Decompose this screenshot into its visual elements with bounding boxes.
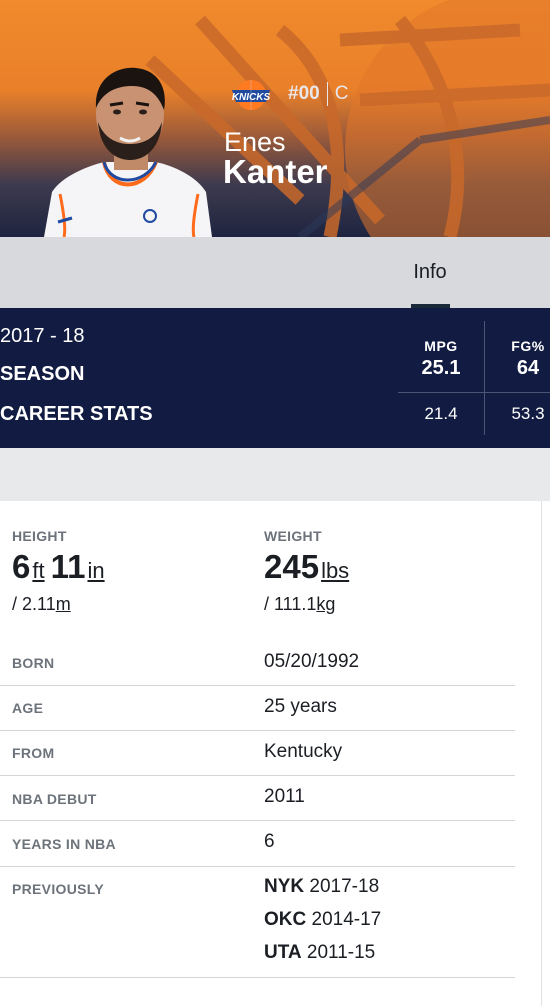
tab-info[interactable]: Info: [395, 237, 465, 308]
height-metric-value: / 2.11: [12, 594, 56, 614]
years-in-nba-value: 6: [264, 831, 275, 852]
previous-team-abbr[interactable]: UTA: [264, 942, 302, 963]
nba-debut-label: NBA DEBUT: [12, 791, 97, 807]
previous-team-item: OKC 2014-17: [264, 909, 381, 931]
stat-career-fg: 53.3: [511, 404, 545, 423]
previous-team-item: UTA 2011-15: [264, 942, 375, 964]
weight-number: 245: [264, 548, 320, 585]
height-metric: / 2.11m: [12, 594, 71, 615]
tab-bar: Info: [0, 237, 550, 308]
section-spacer: [0, 448, 550, 501]
player-hero: KNICKS #00 C Enes Kanter: [0, 0, 550, 237]
age-label: AGE: [12, 700, 44, 716]
years-in-nba-label: YEARS IN NBA: [12, 836, 116, 852]
season-label: SEASON: [0, 363, 85, 385]
previous-team-item: NYK 2017-18: [264, 876, 379, 898]
career-stats-label: CAREER STATS: [0, 403, 153, 425]
jersey-number: #00: [288, 83, 320, 104]
team-logo-icon: KNICKS: [232, 80, 270, 110]
previous-team-years: 2011-15: [306, 942, 376, 963]
height-feet: 6: [12, 548, 31, 585]
stat-season-fg: 64: [516, 357, 540, 379]
weight-metric-value: / 111.1: [264, 594, 317, 614]
stat-career-mpg: 21.4: [424, 404, 458, 423]
row-divider: [0, 730, 515, 731]
season-years: 2017 - 18: [0, 325, 85, 347]
row-divider: [0, 977, 515, 978]
age-value: 25 years: [264, 696, 337, 717]
weight-metric-unit[interactable]: kg: [316, 594, 335, 614]
jersey-info: #00 C: [288, 82, 348, 106]
from-value: Kentucky: [264, 741, 343, 762]
weight-label: WEIGHT: [264, 528, 322, 544]
weight-value: 245 lbs: [264, 548, 355, 586]
row-divider: [0, 820, 515, 821]
height-label: HEIGHT: [12, 528, 67, 544]
previous-team-abbr[interactable]: OKC: [264, 909, 306, 930]
weight-unit[interactable]: lbs: [321, 558, 349, 584]
from-label: FROM: [12, 745, 55, 761]
divider: [541, 501, 542, 1006]
height-inches: 11: [50, 548, 86, 585]
stat-header-mpg: MPG: [424, 338, 458, 354]
height-value: 6 ft 11 in: [12, 548, 111, 586]
born-label: BORN: [12, 655, 55, 671]
previous-team-years: 2017-18: [309, 876, 380, 897]
stat-header-fg: FG%: [511, 338, 545, 354]
player-position: C: [334, 83, 349, 104]
stat-season-mpg: 25.1: [421, 357, 461, 379]
born-value: 05/20/1992: [264, 651, 360, 672]
row-divider: [0, 866, 515, 867]
divider: [326, 82, 328, 106]
player-headshot: [44, 67, 212, 237]
row-divider: [0, 775, 515, 776]
stats-divider-horizontal: [398, 392, 550, 393]
height-metric-unit[interactable]: m: [56, 594, 71, 614]
row-divider: [0, 685, 515, 686]
previous-team-abbr[interactable]: NYK: [264, 876, 304, 897]
player-last-name: Kanter: [223, 153, 328, 190]
nba-debut-value: 2011: [264, 786, 305, 807]
previous-team-years: 2014-17: [311, 909, 382, 930]
height-inches-unit[interactable]: in: [87, 558, 104, 584]
weight-metric: / 111.1kg: [264, 594, 335, 615]
previously-label: PREVIOUSLY: [12, 881, 104, 897]
stats-banner: 2017 - 18 SEASON CAREER STATS MPG 25.1 2…: [0, 308, 550, 448]
height-feet-unit[interactable]: ft: [32, 558, 44, 584]
